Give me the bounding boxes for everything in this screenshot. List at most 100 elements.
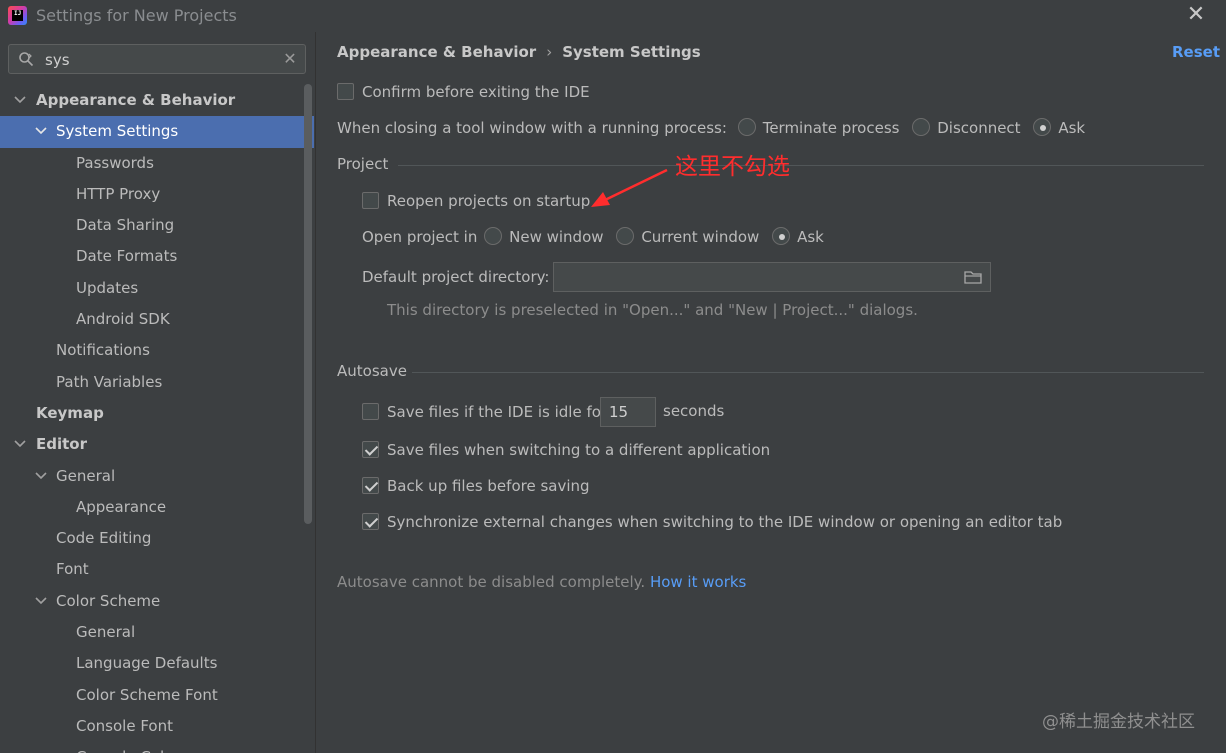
sidebar-item-console-colors[interactable]: Console Colors [0, 742, 314, 753]
default-dir-label: Default project directory: [362, 268, 550, 286]
ask-label[interactable]: Ask [1058, 119, 1085, 137]
sidebar-item-label: Updates [76, 278, 139, 297]
sidebar-item-label: Keymap [36, 403, 104, 422]
backup-row: Back up files before saving [362, 477, 590, 495]
sidebar-item-console-font[interactable]: Console Font [0, 711, 314, 742]
sidebar-item-label: Color Scheme [56, 591, 161, 610]
sidebar-item-color-scheme-font[interactable]: Color Scheme Font [0, 680, 314, 711]
search-icon [19, 52, 34, 67]
sidebar-item-language-defaults[interactable]: Language Defaults [0, 648, 314, 679]
idle-seconds-input[interactable]: 15 [600, 397, 656, 427]
sidebar-item-keymap[interactable]: Keymap [0, 398, 314, 429]
autosave-note: Autosave cannot be disabled completely. … [337, 573, 746, 591]
default-dir-field[interactable] [553, 262, 991, 292]
current-window-label[interactable]: Current window [641, 228, 759, 246]
sync-checkbox[interactable] [362, 513, 379, 530]
autosave-group-title: Autosave [337, 362, 407, 380]
sidebar-item-label: Android SDK [76, 310, 170, 329]
ask-radio[interactable] [1033, 118, 1052, 136]
project-group-title: Project [337, 155, 389, 173]
sidebar-item-label: Font [56, 560, 89, 579]
save-idle-checkbox[interactable] [362, 403, 379, 420]
reopen-projects-row: Reopen projects on startup [362, 192, 590, 210]
logo-text: IJ [14, 10, 22, 17]
sidebar-scrollbar[interactable] [304, 84, 312, 524]
settings-tree: Appearance & Behavior System Settings Pass… [0, 85, 314, 753]
open-project-in-row: Open project in New window Current windo… [362, 227, 832, 246]
sidebar-item-general[interactable]: General [0, 461, 314, 492]
closing-tool-window-label: When closing a tool window with a runnin… [337, 119, 727, 137]
annotation-arrow-icon [591, 168, 668, 207]
default-dir-hint: This directory is preselected in "Open..… [387, 301, 918, 319]
backup-checkbox[interactable] [362, 477, 379, 494]
clear-search-icon[interactable]: ✕ [281, 50, 299, 68]
sidebar-item-label: Path Variables [56, 372, 163, 391]
sidebar-item-font[interactable]: Font [0, 554, 314, 585]
search-box[interactable]: ✕ [8, 44, 306, 74]
sidebar-item-passwords[interactable]: Passwords [0, 148, 314, 179]
ask-open-radio[interactable] [772, 227, 791, 245]
terminate-process-label[interactable]: Terminate process [763, 119, 900, 137]
sidebar-item-android-sdk[interactable]: Android SDK [0, 304, 314, 335]
autosave-note-text: Autosave cannot be disabled completely. [337, 573, 646, 591]
sidebar-item-color-scheme[interactable]: Color Scheme [0, 586, 314, 617]
sidebar-item-code-editing[interactable]: Code Editing [0, 523, 314, 554]
sidebar-item-updates[interactable]: Updates [0, 273, 314, 304]
confirm-exit-checkbox[interactable] [337, 83, 354, 100]
chevron-down-icon[interactable] [14, 85, 28, 116]
reopen-projects-checkbox[interactable] [362, 192, 379, 209]
chevron-down-icon[interactable] [14, 429, 28, 460]
sidebar-item-label: Console Colors [76, 742, 187, 753]
open-project-in-label: Open project in [362, 228, 478, 246]
sidebar-item-label: Console Font [76, 716, 173, 735]
chevron-down-icon[interactable] [35, 586, 49, 617]
how-it-works-link[interactable]: How it works [650, 573, 746, 591]
chevron-down-icon[interactable] [35, 461, 49, 492]
confirm-exit-label[interactable]: Confirm before exiting the IDE [362, 83, 590, 101]
disconnect-radio[interactable] [912, 118, 931, 136]
save-switch-row: Save files when switching to a different… [362, 441, 770, 459]
save-switch-checkbox[interactable] [362, 441, 379, 458]
ask-open-label[interactable]: Ask [797, 228, 824, 246]
save-idle-row: Save files if the IDE is idle for [362, 403, 607, 421]
sidebar-item-appearance[interactable]: Appearance [0, 492, 314, 523]
sidebar-item-editor[interactable]: Editor [0, 429, 314, 460]
sidebar-item-label: Notifications [56, 341, 150, 360]
new-window-radio[interactable] [484, 227, 503, 245]
backup-label[interactable]: Back up files before saving [387, 477, 590, 495]
save-idle-label[interactable]: Save files if the IDE is idle for [387, 403, 607, 421]
disconnect-label[interactable]: Disconnect [937, 119, 1020, 137]
sidebar-item-label: Editor [36, 435, 87, 454]
reopen-projects-label[interactable]: Reopen projects on startup [387, 192, 590, 210]
sidebar-item-http-proxy[interactable]: HTTP Proxy [0, 179, 314, 210]
settings-sidebar: ✕ Appearance & Behavior System Settings Pa… [0, 32, 316, 753]
reset-link[interactable]: Reset [1172, 43, 1220, 61]
sidebar-item-path-variables[interactable]: Path Variables [0, 367, 314, 398]
close-window-button[interactable]: ✕ [1184, 4, 1208, 28]
sidebar-item-date-formats[interactable]: Date Formats [0, 241, 314, 272]
save-switch-label[interactable]: Save files when switching to a different… [387, 441, 770, 459]
sidebar-item-general[interactable]: General [0, 617, 314, 648]
breadcrumb-system-settings: System Settings [562, 43, 701, 61]
sidebar-item-notifications[interactable]: Notifications [0, 335, 314, 366]
folder-icon[interactable] [964, 270, 982, 284]
seconds-label: seconds [663, 402, 725, 420]
sync-label[interactable]: Synchronize external changes when switch… [387, 513, 1062, 531]
sidebar-item-label: Appearance [76, 497, 167, 516]
sidebar-item-appearance-behavior[interactable]: Appearance & Behavior [0, 85, 314, 116]
sidebar-item-data-sharing[interactable]: Data Sharing [0, 210, 314, 241]
current-window-radio[interactable] [616, 227, 635, 245]
sidebar-item-system-settings[interactable]: System Settings [0, 116, 314, 148]
new-window-label[interactable]: New window [509, 228, 603, 246]
confirm-exit-row: Confirm before exiting the IDE [337, 83, 590, 101]
chevron-down-icon[interactable] [35, 116, 49, 147]
breadcrumb-separator: › [546, 43, 553, 61]
sidebar-item-label: General [76, 623, 136, 642]
sidebar-item-label: Data Sharing [76, 216, 175, 235]
annotation-text: 这里不勾选 [675, 154, 790, 180]
title-bar: IJ Settings for New Projects ✕ [0, 0, 1226, 32]
terminate-process-radio[interactable] [737, 118, 756, 136]
search-input[interactable] [45, 49, 275, 71]
breadcrumb-appearance[interactable]: Appearance & Behavior [337, 43, 536, 61]
sidebar-item-label: Passwords [76, 153, 154, 172]
